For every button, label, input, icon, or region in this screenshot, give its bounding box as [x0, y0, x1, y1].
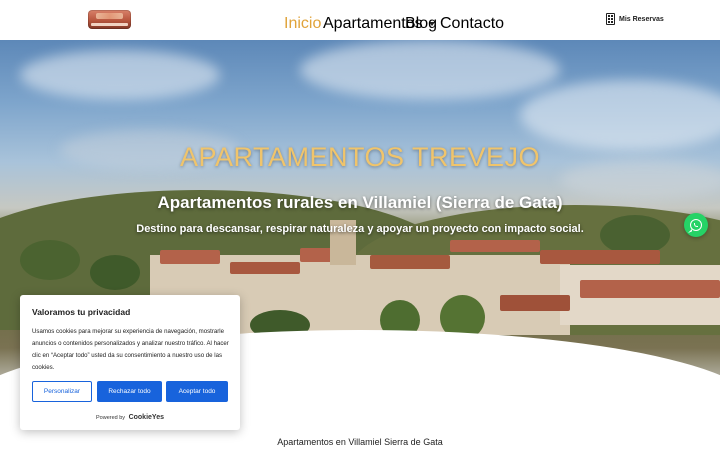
- tree: [20, 240, 80, 280]
- hero-title: APARTAMENTOS TREVEJO: [179, 142, 541, 172]
- roof: [370, 255, 450, 269]
- logo-roof-shape: [96, 13, 123, 19]
- section-title: Apartamentos en Villamiel Sierra de Gata: [277, 437, 443, 447]
- nav-contacto[interactable]: Contacto: [440, 15, 504, 33]
- cloud: [20, 50, 220, 100]
- mis-reservas-link[interactable]: Mis Reservas: [606, 13, 664, 25]
- cookie-title: Valoramos tu privacidad: [32, 307, 131, 317]
- tree: [600, 215, 670, 255]
- phone-icon: [694, 223, 698, 227]
- cookie-buttons: Personalizar Rechazar todo Aceptar todo: [32, 381, 228, 402]
- hero-subtitle: Apartamentos rurales en Villamiel (Sierr…: [157, 193, 563, 212]
- powered-by: Powered by CookieYes: [20, 414, 240, 421]
- roof: [580, 280, 720, 298]
- cloud: [520, 80, 720, 150]
- powered-by-label: Powered by: [96, 415, 126, 421]
- roof: [540, 250, 660, 264]
- whatsapp-icon: [690, 219, 702, 231]
- nav-blog[interactable]: Blog: [405, 15, 437, 33]
- reject-all-button[interactable]: Rechazar todo: [97, 381, 162, 402]
- roof: [160, 250, 220, 264]
- roof: [230, 262, 300, 274]
- roof: [450, 240, 540, 252]
- mis-reservas-label: Mis Reservas: [619, 15, 664, 23]
- cookie-description: Usamos cookies para mejorar su experienc…: [32, 328, 229, 371]
- building-icon: [606, 13, 615, 25]
- cookieyes-logo[interactable]: CookieYes: [129, 414, 164, 421]
- whatsapp-button[interactable]: [684, 213, 708, 237]
- site-logo[interactable]: [88, 10, 131, 29]
- hero-tagline: Destino para descansar, respirar natural…: [136, 223, 584, 235]
- customize-button[interactable]: Personalizar: [32, 381, 92, 402]
- page: Inicio Apartamentos Blog Contacto Mis Re…: [0, 0, 720, 450]
- logo-text-strip: [91, 23, 128, 26]
- cookie-consent-banner: Valoramos tu privacidad Usamos cookies p…: [20, 295, 240, 430]
- cloud: [300, 40, 560, 100]
- tree: [90, 255, 140, 290]
- accept-all-button[interactable]: Aceptar todo: [166, 381, 228, 402]
- roof: [500, 295, 570, 311]
- site-header: Inicio Apartamentos Blog Contacto Mis Re…: [0, 0, 720, 40]
- nav-inicio[interactable]: Inicio: [284, 15, 321, 33]
